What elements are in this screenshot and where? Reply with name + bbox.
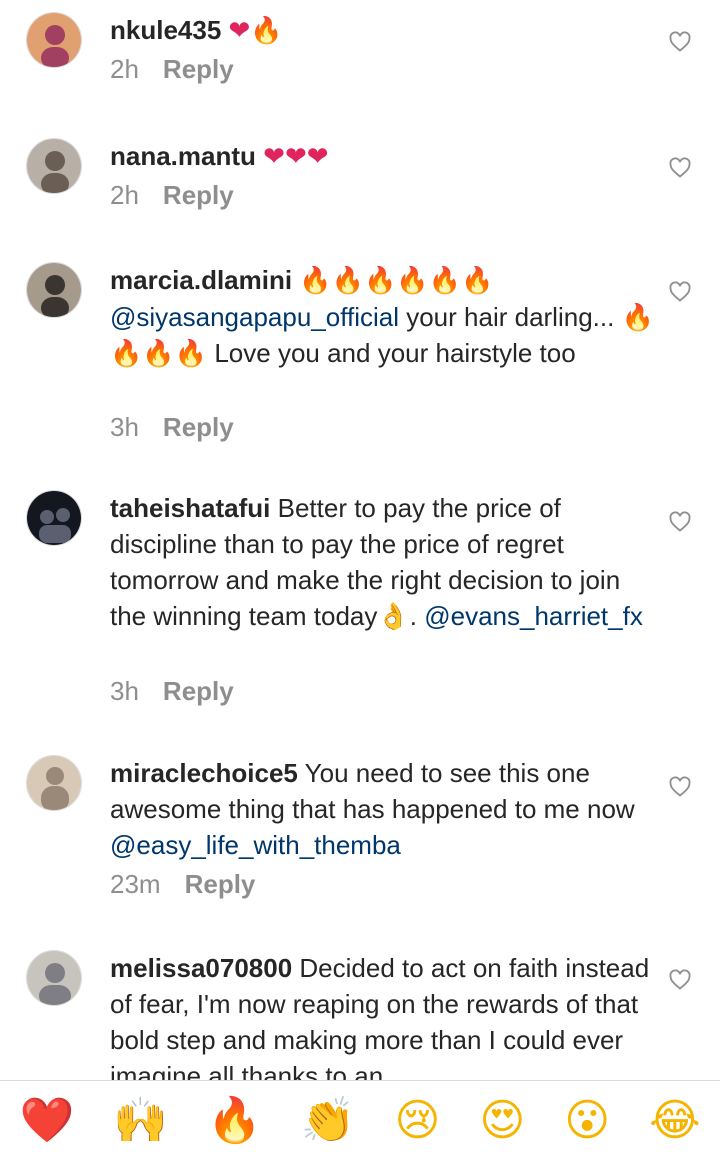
avatar[interactable] (26, 755, 82, 811)
comment-body: nkule435 ❤🔥 (110, 12, 655, 49)
heart-outline-icon[interactable] (668, 968, 692, 992)
heart-outline-icon[interactable] (668, 280, 692, 304)
reply-button[interactable]: Reply (163, 54, 234, 84)
comment-meta: 23m Reply (110, 869, 255, 900)
comment-meta: 3h Reply (110, 676, 234, 707)
reply-button[interactable]: Reply (163, 180, 234, 210)
comment-username[interactable]: nana.mantu (110, 141, 256, 171)
comment-mention[interactable]: @siyasangapapu_official (110, 302, 399, 332)
heart-outline-icon[interactable] (668, 775, 692, 799)
comment-meta: 2h Reply (110, 180, 234, 211)
red-heart-emoji-icon[interactable]: ❤️ (19, 1095, 74, 1146)
comment-text: 🔥🔥🔥🔥🔥🔥 (299, 266, 494, 296)
crying-face-emoji-icon[interactable]: 😢 (395, 1095, 441, 1146)
avatar[interactable] (26, 12, 82, 68)
comment-username[interactable]: melissa070800 (110, 953, 292, 983)
avatar[interactable] (26, 262, 82, 318)
comment-time: 3h (110, 676, 139, 706)
fire-emoji-icon[interactable]: 🔥 (207, 1095, 262, 1146)
comment-username[interactable]: miraclechoice5 (110, 758, 298, 788)
avatar[interactable] (26, 950, 82, 1006)
comment-emoji: ❤❤❤ (263, 142, 329, 172)
comment-time: 2h (110, 180, 139, 210)
comment-username[interactable]: marcia.dlamini (110, 265, 292, 295)
comment-time: 2h (110, 54, 139, 84)
comment-body: taheishatafui Better to pay the price of… (110, 490, 655, 634)
comment-time: 23m (110, 869, 161, 899)
reply-button[interactable]: Reply (163, 676, 234, 706)
comment-mention[interactable]: @easy_life_with_themba (110, 830, 401, 860)
comment-mention[interactable]: @evans_harriet_fx (424, 601, 643, 631)
heart-eyes-emoji-icon[interactable]: 😍 (479, 1095, 525, 1146)
raising-hands-emoji-icon[interactable]: 🙌 (113, 1095, 168, 1146)
reply-button[interactable]: Reply (163, 412, 234, 442)
comment-body: nana.mantu ❤❤❤ (110, 138, 655, 175)
comment-username[interactable]: nkule435 (110, 15, 221, 45)
reply-button[interactable]: Reply (185, 869, 256, 899)
heart-outline-icon[interactable] (668, 156, 692, 180)
tears-of-joy-emoji-icon[interactable]: 😂 (649, 1095, 700, 1146)
comment-time: 3h (110, 412, 139, 442)
comment-meta: 3h Reply (110, 412, 234, 443)
heart-outline-icon[interactable] (668, 30, 692, 54)
comment-emoji: ❤🔥 (228, 16, 283, 46)
comment-meta: 2h Reply (110, 54, 234, 85)
clapping-hands-emoji-icon[interactable]: 👏 (301, 1095, 356, 1146)
comment-username[interactable]: taheishatafui (110, 493, 270, 523)
avatar[interactable] (26, 138, 82, 194)
quick-reactions-bar: ❤️ 🙌 🔥 👏 😢 😍 😮 😂 (0, 1080, 720, 1160)
comments-list[interactable]: nkule435 ❤🔥 2h Reply nana.mantu ❤❤❤ 2h Rep… (0, 0, 720, 1080)
comment-body: melissa070800 Decided to act on faith in… (110, 950, 655, 1080)
comment-body: marcia.dlamini 🔥🔥🔥🔥🔥🔥 @siyasangapapu_off… (110, 262, 655, 371)
surprised-face-emoji-icon[interactable]: 😮 (564, 1095, 610, 1146)
heart-outline-icon[interactable] (668, 510, 692, 534)
comment-body: miraclechoice5 You need to see this one … (110, 755, 655, 863)
avatar[interactable] (26, 490, 82, 546)
